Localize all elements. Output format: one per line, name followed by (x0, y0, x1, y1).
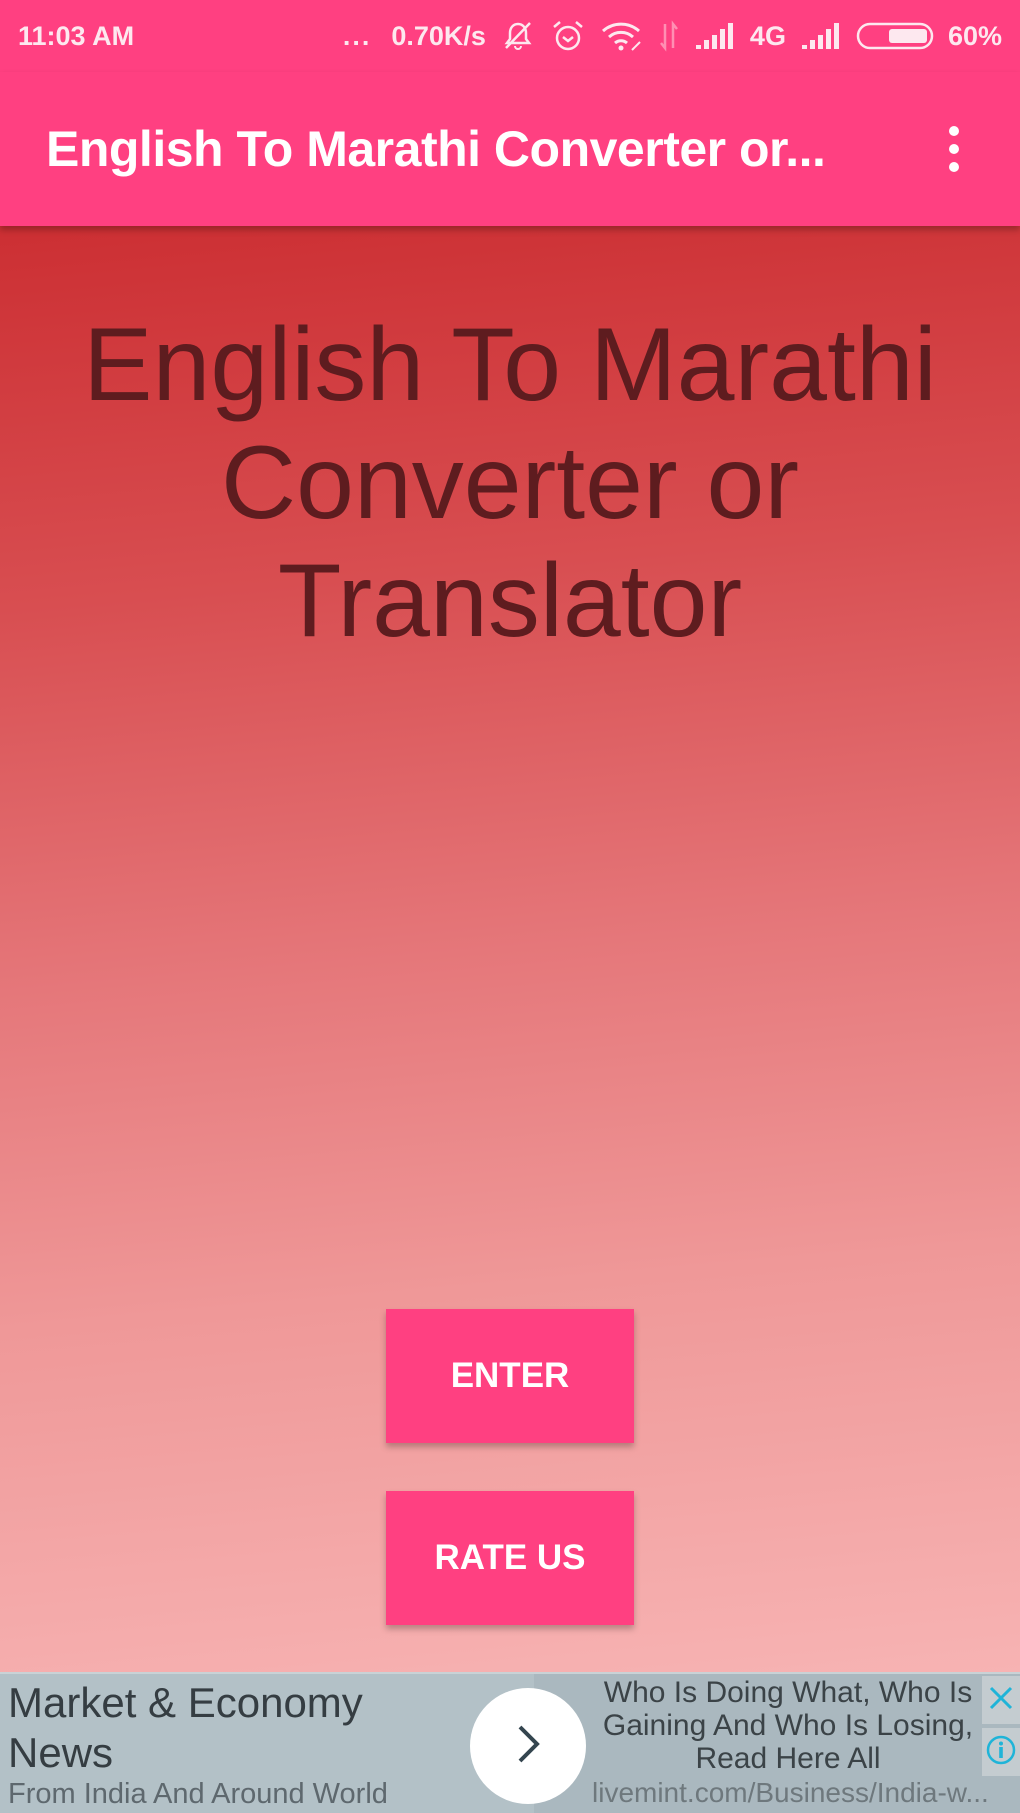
ad-url[interactable]: livemint.com/Business/India-w... (592, 1777, 989, 1809)
network-speed: 0.70K/s (391, 20, 486, 51)
alarm-icon (550, 18, 586, 54)
data-arrows-icon (658, 18, 680, 54)
app-title: English To Marathi Converter or... (46, 121, 826, 177)
battery-fill (888, 29, 927, 43)
info-icon (985, 1734, 1017, 1771)
page-heading: English To Marathi Converter or Translat… (83, 307, 937, 659)
more-notifications-indicator: ... (342, 20, 372, 51)
ad-info-button[interactable] (982, 1728, 1020, 1776)
wifi-icon (600, 18, 644, 54)
overflow-dot (949, 126, 959, 136)
ad-headline[interactable]: Market & Economy News (8, 1678, 448, 1778)
status-time: 11:03 AM (18, 20, 135, 51)
ad-close-button[interactable] (982, 1676, 1020, 1724)
ad-go-button[interactable] (470, 1688, 586, 1804)
ad-subline: From India And Around World (8, 1778, 388, 1810)
rate-us-button[interactable]: RATE US (386, 1491, 634, 1625)
enter-button[interactable]: ENTER (386, 1309, 634, 1443)
more-vert-icon[interactable] (934, 119, 974, 179)
signal-icon (800, 18, 842, 54)
battery-icon (856, 18, 934, 54)
status-icons: ... 0.70K/s 4G 60% (343, 18, 1002, 54)
overflow-dot (949, 144, 959, 154)
overflow-dot (949, 162, 959, 172)
signal-icon (694, 18, 736, 54)
app-bar: English To Marathi Converter or... (0, 72, 1020, 226)
muted-bell-icon (500, 18, 536, 54)
network-type: 4G (749, 20, 786, 51)
battery-percent: 60% (947, 20, 1002, 51)
ad-description: Who Is Doing What, Who Is Gaining And Wh… (602, 1676, 974, 1775)
status-bar: 11:03 AM ... 0.70K/s 4G 60% (0, 0, 1020, 72)
chevron-right-icon (508, 1719, 548, 1774)
close-icon (987, 1684, 1015, 1717)
main-content: English To Marathi Converter or Translat… (0, 226, 1020, 1672)
ad-banner[interactable]: Market & Economy News From India And Aro… (0, 1672, 1020, 1813)
